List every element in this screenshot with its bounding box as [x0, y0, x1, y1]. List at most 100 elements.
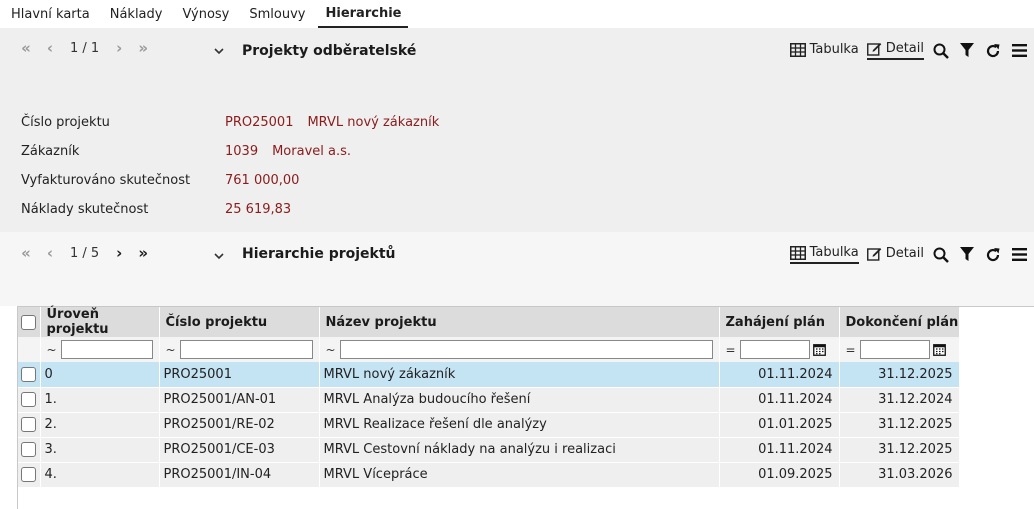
row-checkbox[interactable] — [21, 417, 36, 432]
cell-level: 2. — [40, 412, 160, 438]
filter-row: ~ ~ ~ = = — [18, 337, 960, 362]
filter-end-input[interactable] — [859, 340, 930, 359]
edit-icon — [866, 42, 882, 56]
row-checkbox[interactable] — [21, 442, 36, 457]
filter-name-input[interactable] — [339, 340, 713, 359]
cell-start: 01.09.2025 — [719, 462, 840, 488]
column-header-number[interactable]: Číslo projektu — [159, 307, 320, 337]
next-page-icon[interactable]: › — [107, 38, 131, 58]
tab-naklady[interactable]: Náklady — [103, 4, 170, 28]
cell-start: 01.11.2024 — [719, 387, 840, 413]
field-costs-actual: Náklady skutečnost 25 619,83 — [21, 202, 291, 217]
calendar-icon[interactable] — [932, 343, 946, 356]
table-view-button[interactable]: Tabulka — [789, 245, 859, 264]
first-page-icon[interactable]: « — [14, 243, 38, 263]
column-header-end[interactable]: Dokončení plán — [839, 307, 960, 337]
detail-view-button[interactable]: Detail — [866, 246, 924, 263]
detail-view-label: Detail — [885, 41, 924, 56]
select-all-checkbox[interactable] — [21, 314, 36, 330]
select-all-cell[interactable] — [18, 307, 41, 337]
last-page-icon[interactable]: » — [131, 38, 155, 58]
search-icon[interactable] — [932, 42, 950, 60]
tab-hierarchie[interactable]: Hierarchie — [318, 4, 409, 28]
hierarchy-table: Úroveň projektu Číslo projektu Název pro… — [18, 307, 960, 488]
field-project-number: Číslo projektu PRO25001 MRVL nový zákazn… — [21, 115, 439, 130]
calendar-icon[interactable] — [812, 343, 826, 356]
chevron-down-icon[interactable] — [214, 250, 224, 263]
cell-start: 01.01.2025 — [719, 412, 840, 438]
menu-icon[interactable] — [1010, 246, 1028, 264]
column-header-start[interactable]: Zahájení plán — [719, 307, 840, 337]
filter-spacer — [18, 337, 41, 362]
cell-end: 31.03.2026 — [839, 462, 960, 488]
next-page-icon[interactable]: › — [107, 243, 131, 263]
edit-icon — [866, 247, 882, 261]
column-header-name[interactable]: Název projektu — [319, 307, 720, 337]
pager: « ‹ 1 / 5 › » — [14, 243, 155, 263]
field-label: Číslo projektu — [21, 115, 110, 130]
row-checkbox[interactable] — [21, 467, 36, 482]
column-header-level[interactable]: Úroveň projektu — [40, 307, 160, 337]
table-row[interactable]: 3. PRO25001/CE-03 MRVL Cestovní náklady … — [18, 437, 960, 463]
field-value: PRO25001 — [225, 115, 294, 130]
cell-name: MRVL Cestovní náklady na analýzu i reali… — [319, 437, 720, 463]
chevron-down-icon[interactable] — [214, 45, 224, 58]
filter-icon[interactable] — [958, 42, 976, 60]
table-row[interactable]: 0 PRO25001 MRVL nový zákazník 01.11.2024… — [18, 362, 960, 388]
table-view-label: Tabulka — [809, 245, 859, 260]
field-value-secondary: Moravel a.s. — [272, 144, 352, 159]
tab-bar: Hlavní karta Náklady Výnosy Smlouvy Hier… — [0, 0, 1034, 28]
field-label: Zákazník — [21, 144, 80, 159]
field-label: Náklady skutečnost — [21, 202, 149, 217]
filter-number-input[interactable] — [179, 340, 313, 359]
grid-container: Úroveň projektu Číslo projektu Název pro… — [17, 306, 1034, 509]
prev-page-icon[interactable]: ‹ — [38, 38, 62, 58]
field-value: 1039 — [225, 144, 259, 159]
filter-operator[interactable]: ~ — [162, 343, 180, 357]
row-checkbox[interactable] — [21, 392, 36, 407]
panel-toolbar: Tabulka Detail — [782, 245, 1028, 264]
search-icon[interactable] — [932, 246, 950, 264]
cell-start: 01.11.2024 — [719, 437, 840, 463]
table-row[interactable]: 2. PRO25001/RE-02 MRVL Realizace řešení … — [18, 412, 960, 438]
panel-title: Hierarchie projektů — [242, 246, 396, 262]
cell-number: PRO25001/CE-03 — [159, 437, 320, 463]
table-icon — [789, 245, 806, 260]
last-page-icon[interactable]: » — [131, 243, 155, 263]
pager-count: 1 / 1 — [70, 40, 100, 56]
panel-toolbar: Tabulka Detail — [782, 41, 1028, 60]
cell-end: 31.12.2025 — [839, 412, 960, 438]
filter-operator[interactable]: ~ — [322, 343, 340, 357]
panel-title: Projekty odběratelské — [242, 43, 417, 59]
filter-operator[interactable]: ~ — [43, 343, 61, 357]
filter-operator[interactable]: = — [722, 343, 740, 357]
cell-level: 1. — [40, 387, 160, 413]
pager-count: 1 / 5 — [70, 245, 100, 261]
project-detail-panel: « ‹ 1 / 1 › » Projekty odběratelské Tabu… — [0, 28, 1034, 232]
field-value: 761 000,00 — [225, 173, 300, 188]
refresh-icon[interactable] — [984, 42, 1002, 60]
cell-name: MRVL Realizace řešení dle analýzy — [319, 412, 720, 438]
filter-operator[interactable]: = — [842, 343, 860, 357]
tab-smlouvy[interactable]: Smlouvy — [242, 4, 312, 28]
field-invoiced-actual: Vyfakturováno skutečnost 761 000,00 — [21, 173, 299, 188]
row-checkbox[interactable] — [21, 366, 36, 382]
filter-start-input[interactable] — [739, 340, 810, 359]
table-row[interactable]: 1. PRO25001/AN-01 MRVL Analýza budoucího… — [18, 387, 960, 413]
tab-hlavni-karta[interactable]: Hlavní karta — [4, 4, 97, 28]
detail-view-button[interactable]: Detail — [866, 41, 924, 60]
first-page-icon[interactable]: « — [14, 38, 38, 58]
menu-icon[interactable] — [1010, 42, 1028, 60]
filter-level-input[interactable] — [60, 340, 153, 359]
field-value: 25 619,83 — [225, 202, 292, 217]
cell-name: MRVL Analýza budoucího řešení — [319, 387, 720, 413]
refresh-icon[interactable] — [984, 246, 1002, 264]
cell-end: 31.12.2025 — [839, 437, 960, 463]
prev-page-icon[interactable]: ‹ — [38, 243, 62, 263]
field-value-secondary: MRVL nový zákazník — [307, 115, 440, 130]
table-row[interactable]: 4. PRO25001/IN-04 MRVL Vícepráce 01.09.2… — [18, 462, 960, 488]
tab-vynosy[interactable]: Výnosy — [175, 4, 236, 28]
cell-number: PRO25001 — [159, 362, 320, 388]
filter-icon[interactable] — [958, 246, 976, 264]
table-view-button[interactable]: Tabulka — [789, 42, 859, 59]
